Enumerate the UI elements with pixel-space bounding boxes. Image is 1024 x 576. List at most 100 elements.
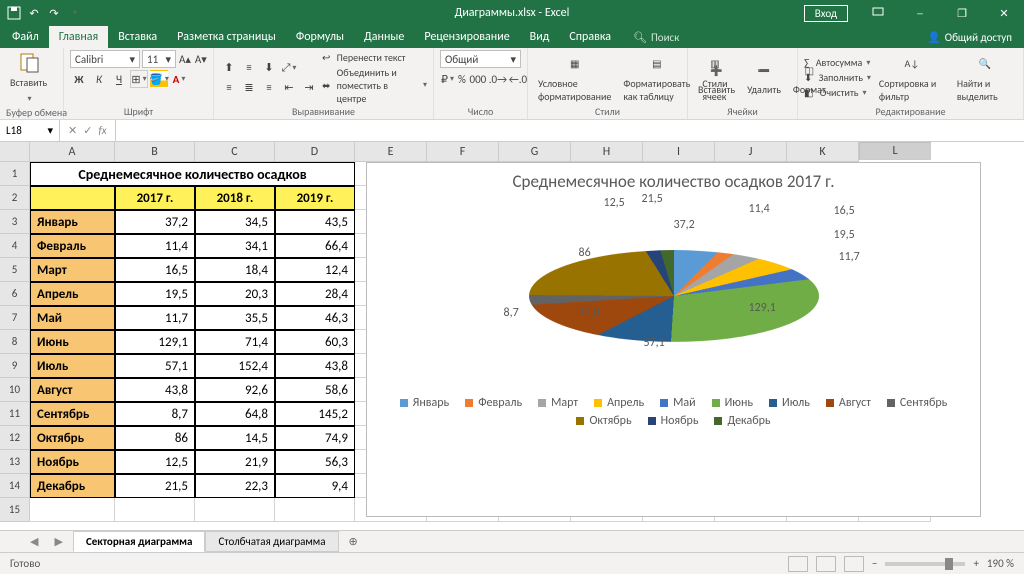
cell[interactable]: Декабрь <box>30 474 115 498</box>
minimize-icon[interactable]: ─ <box>900 0 940 26</box>
row-header[interactable]: 8 <box>0 330 30 354</box>
row-header[interactable]: 2 <box>0 186 30 210</box>
number-format-select[interactable]: Общий▾ <box>440 50 521 68</box>
cell[interactable]: Апрель <box>30 282 115 306</box>
row-header[interactable]: 9 <box>0 354 30 378</box>
currency-icon[interactable]: ₽ <box>440 70 455 88</box>
cell[interactable]: 37,2 <box>115 210 195 234</box>
search-box[interactable]: 🔍︎ Поиск <box>627 27 685 48</box>
orientation-icon[interactable]: ⤢ <box>280 59 298 77</box>
cell[interactable] <box>30 498 115 522</box>
decrease-font-icon[interactable]: A▾ <box>194 50 208 68</box>
name-box[interactable]: L18▾ <box>0 120 60 141</box>
italic-icon[interactable]: К <box>90 70 108 88</box>
cell[interactable]: 2018 г. <box>195 186 275 210</box>
row-header[interactable]: 14 <box>0 474 30 498</box>
column-header[interactable]: L <box>859 142 931 160</box>
fill-color-icon[interactable]: 🪣 <box>150 70 168 88</box>
cell[interactable]: 46,3 <box>275 306 355 330</box>
cell[interactable]: 56,3 <box>275 450 355 474</box>
column-header[interactable]: D <box>275 142 355 162</box>
column-header[interactable]: F <box>427 142 499 162</box>
cell[interactable]: 8,7 <box>115 402 195 426</box>
tab-data[interactable]: Данные <box>354 26 414 48</box>
tab-review[interactable]: Рецензирование <box>414 26 519 48</box>
cell[interactable]: Январь <box>30 210 115 234</box>
align-mid-icon[interactable]: ≡ <box>240 59 258 77</box>
cell[interactable]: 64,8 <box>195 402 275 426</box>
percent-icon[interactable]: % <box>457 70 467 88</box>
cell[interactable]: 14,5 <box>195 426 275 450</box>
merge-button[interactable]: ⬌ Объединить и поместить в центре <box>322 66 427 105</box>
row-header[interactable]: 13 <box>0 450 30 474</box>
cell[interactable]: 74,9 <box>275 426 355 450</box>
zoom-level[interactable]: 190 % <box>987 557 1014 570</box>
row-header[interactable]: 5 <box>0 258 30 282</box>
column-header[interactable]: A <box>30 142 115 162</box>
tab-home[interactable]: Главная <box>49 26 108 48</box>
tab-help[interactable]: Справка <box>559 26 621 48</box>
cell[interactable]: 71,4 <box>195 330 275 354</box>
page-layout-view-icon[interactable] <box>816 556 836 572</box>
share-button[interactable]: 👤 Общий доступ <box>915 27 1024 48</box>
cell[interactable]: 43,8 <box>275 354 355 378</box>
cell[interactable]: 18,4 <box>195 258 275 282</box>
inc-decimal-icon[interactable]: .0→ <box>489 70 507 88</box>
cell[interactable]: Август <box>30 378 115 402</box>
row-header[interactable]: 1 <box>0 162 30 186</box>
cell[interactable]: Март <box>30 258 115 282</box>
cell[interactable]: 152,4 <box>195 354 275 378</box>
sheet-nav-prev-icon[interactable]: ◀ <box>24 535 44 548</box>
column-header[interactable]: E <box>355 142 427 162</box>
cell[interactable]: 2019 г. <box>275 186 355 210</box>
cell[interactable] <box>195 498 275 522</box>
cell[interactable]: 86 <box>115 426 195 450</box>
clear-button[interactable]: ◧ Очистить <box>804 86 871 99</box>
tab-file[interactable]: Файл <box>2 26 49 48</box>
row-header[interactable]: 10 <box>0 378 30 402</box>
indent-inc-icon[interactable]: ⇥ <box>300 79 318 97</box>
align-center-icon[interactable]: ≣ <box>240 79 258 97</box>
zoom-out-icon[interactable]: − <box>872 557 877 570</box>
column-header[interactable]: K <box>787 142 859 162</box>
row-header[interactable]: 11 <box>0 402 30 426</box>
cell[interactable]: 43,8 <box>115 378 195 402</box>
cell[interactable]: 60,3 <box>275 330 355 354</box>
zoom-in-icon[interactable]: + <box>973 557 978 570</box>
cell[interactable]: 92,6 <box>195 378 275 402</box>
cell[interactable]: 34,5 <box>195 210 275 234</box>
cell[interactable]: 11,4 <box>115 234 195 258</box>
insert-cells-button[interactable]: ➕Вставить <box>694 57 739 98</box>
cell[interactable]: 16,5 <box>115 258 195 282</box>
indent-dec-icon[interactable]: ⇤ <box>280 79 298 97</box>
column-header[interactable]: I <box>643 142 715 162</box>
row-header[interactable]: 12 <box>0 426 30 450</box>
cell[interactable]: Июнь <box>30 330 115 354</box>
qat-customize-icon[interactable] <box>66 5 82 21</box>
font-select[interactable]: Calibri▾ <box>70 50 140 68</box>
cell[interactable]: 35,5 <box>195 306 275 330</box>
select-all-corner[interactable] <box>0 142 30 162</box>
fill-button[interactable]: ⬇ Заполнить <box>804 71 871 84</box>
normal-view-icon[interactable] <box>788 556 808 572</box>
cell[interactable]: 9,4 <box>275 474 355 498</box>
column-header[interactable]: C <box>195 142 275 162</box>
zoom-slider[interactable] <box>885 562 965 566</box>
cell[interactable]: 21,5 <box>115 474 195 498</box>
sort-filter-button[interactable]: A↓Сортировка и фильтр <box>875 51 949 105</box>
tab-formulas[interactable]: Формулы <box>286 26 354 48</box>
sheet-tab[interactable]: Секторная диаграмма <box>73 531 206 552</box>
bold-icon[interactable]: Ж <box>70 70 88 88</box>
align-left-icon[interactable]: ≡ <box>220 79 238 97</box>
cell[interactable]: Среднемесячное количество осадков <box>30 162 355 186</box>
delete-cells-button[interactable]: ➖Удалить <box>743 57 785 98</box>
cell[interactable] <box>275 498 355 522</box>
enter-fx-icon[interactable]: ✓ <box>83 124 92 137</box>
cell[interactable]: Февраль <box>30 234 115 258</box>
cell[interactable]: 34,1 <box>195 234 275 258</box>
paste-button[interactable]: Вставить <box>6 50 51 106</box>
undo-icon[interactable]: ↶ <box>26 5 42 21</box>
cancel-fx-icon[interactable]: ✕ <box>68 124 77 137</box>
autosum-button[interactable]: ∑ Автосумма <box>804 56 871 69</box>
underline-icon[interactable]: Ч <box>110 70 128 88</box>
